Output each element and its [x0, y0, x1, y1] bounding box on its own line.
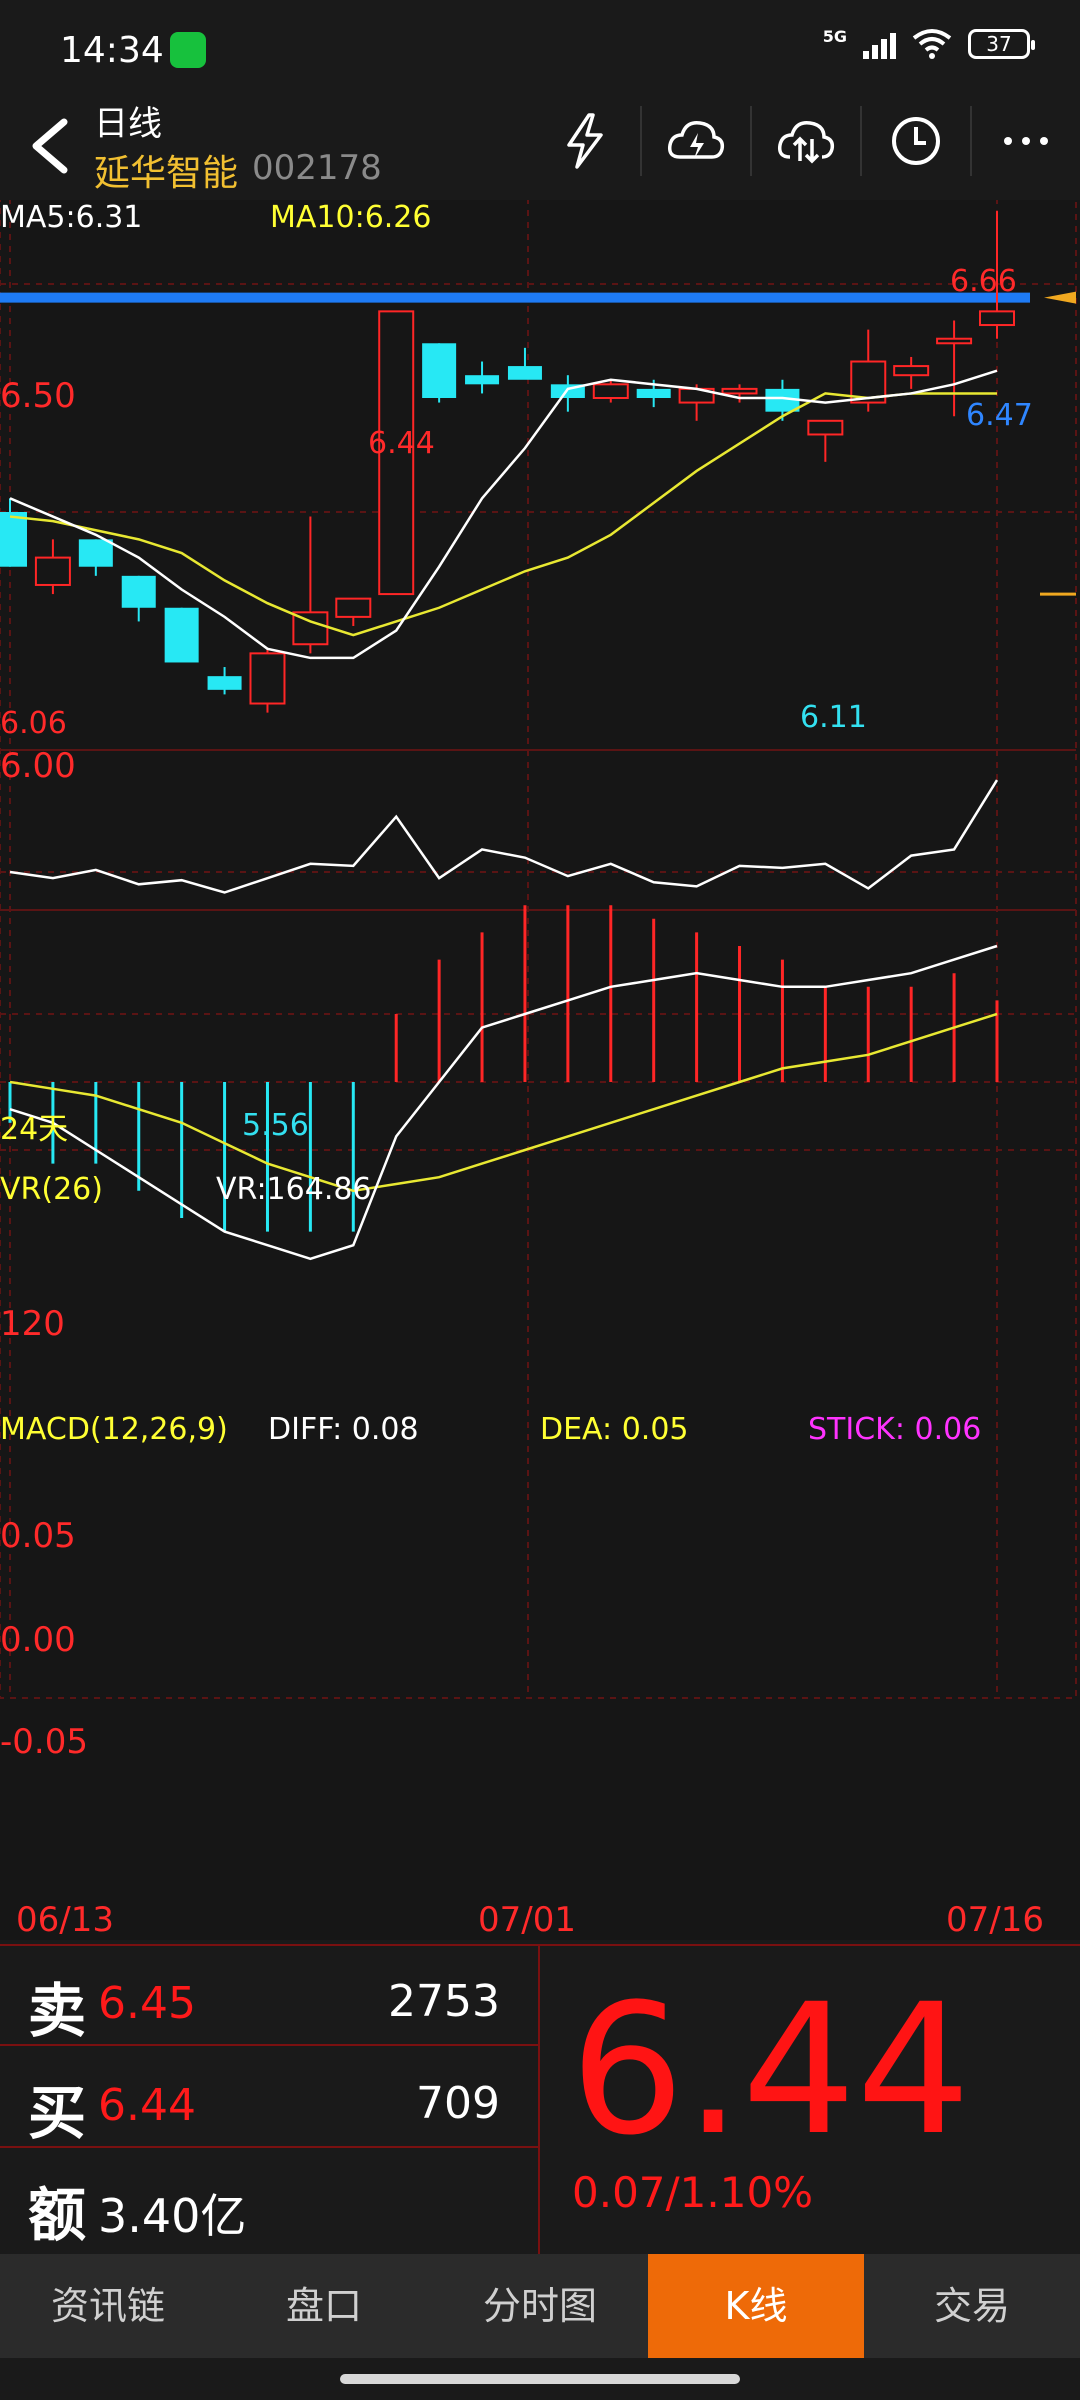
- candle-body: [249, 652, 286, 705]
- more-button[interactable]: [970, 106, 1080, 176]
- candle-body: [979, 310, 1015, 327]
- left-price-label: 6.06: [0, 706, 67, 741]
- peak-price-label: 6.44: [368, 426, 435, 461]
- low-price-label: 5.56: [242, 1108, 309, 1143]
- tab-order-book[interactable]: 盘口: [216, 2254, 432, 2358]
- ma5-label: MA5:6.31: [0, 200, 143, 235]
- candle-body: [507, 366, 542, 380]
- last-price: 6.44: [570, 1966, 971, 2175]
- period-label: 24天: [0, 1112, 69, 1147]
- line-price-label: 6.47: [966, 398, 1033, 433]
- back-icon[interactable]: [22, 116, 82, 176]
- axis-label-650: 6.50: [0, 376, 76, 416]
- date-label-mid: 07/01: [478, 1900, 576, 1940]
- macd-title: MACD(12,26,9): [0, 1412, 228, 1447]
- price-marker: [1044, 291, 1076, 304]
- buy-volume: 709: [416, 2078, 500, 2129]
- wechat-icon: [170, 32, 206, 68]
- macd-axis-005: 0.05: [0, 1516, 76, 1556]
- chart-frame: [0, 200, 1077, 1699]
- high-price-label: 6.66: [950, 264, 1017, 299]
- ma5-line: [9, 369, 998, 660]
- sell-price: 6.45: [98, 1978, 196, 2029]
- candle-body: [465, 375, 500, 385]
- quote-panel: 卖 6.45 2753 买 6.44 709 额 3.40亿 6.44 0.07…: [0, 1944, 1080, 2256]
- candle-body: [636, 388, 671, 398]
- sell-char: 卖: [28, 1977, 87, 2045]
- candle-body: [807, 419, 844, 436]
- stock-name: 延华智能: [94, 153, 239, 194]
- header-toolbar: [530, 106, 1080, 176]
- candle-body: [164, 607, 199, 663]
- vr-title: VR(26): [0, 1172, 103, 1207]
- date-label-end: 07/16: [946, 1900, 1044, 1940]
- status-bar: 14:34 5G 37: [0, 0, 1080, 96]
- vr-value: VR:164.86: [216, 1172, 372, 1207]
- date-label-start: 06/13: [16, 1900, 114, 1940]
- candle-body: [34, 556, 71, 586]
- vr-axis-label: 120: [0, 1304, 65, 1344]
- candle-body: [422, 343, 457, 398]
- vr-line: [9, 779, 999, 894]
- candle-body: [207, 676, 242, 690]
- candle-body: [592, 383, 629, 400]
- ma10-line: [9, 392, 997, 637]
- signal-icon: [863, 29, 896, 59]
- tab-intraday[interactable]: 分时图: [432, 2254, 648, 2358]
- candle-body: [893, 365, 930, 377]
- stick-label: STICK: 0.06: [808, 1412, 982, 1447]
- home-indicator[interactable]: [340, 2374, 740, 2384]
- amount-char: 额: [28, 2181, 87, 2249]
- battery-icon: 37: [968, 29, 1035, 59]
- ma10-label: MA10:6.26: [270, 200, 432, 235]
- dea-label: DEA: 0.05: [540, 1412, 689, 1447]
- cloud-sync-icon: [777, 121, 835, 164]
- bottom-tabs: 资讯链 盘口 分时图 K线 交易: [0, 2254, 1080, 2358]
- macd-diff-line: [9, 944, 998, 1261]
- order-book: 卖 6.45 2753 买 6.44 709 额 3.40亿: [0, 1946, 540, 2256]
- flash-button[interactable]: [530, 106, 640, 176]
- axis-label-600: 6.00: [0, 746, 76, 786]
- more-icon: [1004, 137, 1048, 145]
- clock-icon: [892, 117, 940, 165]
- candle-body: [78, 539, 113, 567]
- sell-volume: 2753: [388, 1976, 500, 2027]
- tab-trade[interactable]: 交易: [864, 2254, 1080, 2358]
- candle-body: [936, 337, 973, 345]
- candle-body: [0, 512, 27, 567]
- cloud-lightning-button[interactable]: [640, 106, 750, 176]
- buy-price: 6.44: [98, 2080, 196, 2131]
- clock-button[interactable]: [860, 106, 970, 176]
- kline-chart[interactable]: MA5:6.31 MA10:6.26 6.66 6.50 6.47 6.44 6…: [0, 200, 1080, 1940]
- buy-row[interactable]: 买 6.44 709: [0, 2048, 540, 2148]
- cloud-lightning-icon: [667, 121, 725, 159]
- local-low-label: 6.11: [800, 700, 867, 735]
- flash-icon: [567, 113, 603, 169]
- cloud-sync-button[interactable]: [750, 106, 860, 176]
- header: 日线 延华智能 002178: [0, 96, 1080, 200]
- macd-axis-000: 0.00: [0, 1620, 76, 1660]
- status-time: 14:34: [60, 30, 164, 71]
- sell-row[interactable]: 卖 6.45 2753: [0, 1946, 540, 2046]
- tab-kline[interactable]: K线: [648, 2254, 864, 2358]
- amount-row: 额 3.40亿: [0, 2150, 540, 2250]
- network-type: 5G: [822, 26, 847, 46]
- tab-news-chain[interactable]: 资讯链: [0, 2254, 216, 2358]
- macd-dea-line: [9, 1012, 998, 1193]
- candle-body: [121, 575, 156, 608]
- macd-axis-m005: -0.05: [0, 1722, 88, 1762]
- chart-period-title: 日线: [94, 104, 162, 144]
- buy-char: 买: [28, 2079, 87, 2147]
- status-right: 5G 37: [822, 26, 1035, 60]
- price-change: 0.07/1.10%: [572, 2168, 814, 2217]
- amount-value: 3.40亿: [98, 2189, 247, 2243]
- stock-code: 002178: [252, 148, 382, 188]
- candle-body: [721, 387, 758, 395]
- wifi-icon: [912, 29, 952, 59]
- chart-svg: [0, 200, 1077, 1699]
- diff-label: DIFF: 0.08: [268, 1412, 419, 1447]
- candle-body: [335, 597, 372, 618]
